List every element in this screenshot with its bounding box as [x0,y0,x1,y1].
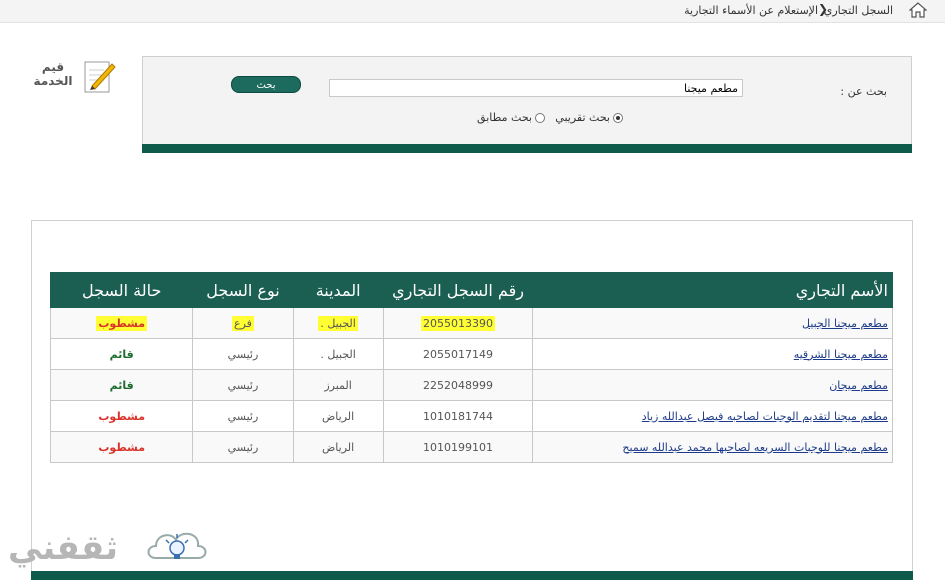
table-header-row: الأسم التجاري رقم السجل التجاري المدينة … [49,272,893,308]
radio-approximate-icon[interactable] [613,112,623,123]
register-type: رئيسي [227,378,259,392]
radio-exact-search[interactable]: بحث مطابق [477,111,545,124]
register-type: رئيسي [227,347,259,361]
watermark-text: ثقفني [8,528,118,568]
status-badge: قائم [109,378,134,392]
status-badge: مشطوب [98,440,146,454]
city: الرياض [322,440,355,454]
header-trade-name: الأسم التجاري [532,272,893,308]
trade-name-link[interactable]: مطعم ميجنا الجبيل [802,317,888,330]
lightbulb-icon [147,532,207,559]
search-panel-footer [142,144,912,153]
status-badge: قائم [109,347,134,361]
trade-name-link[interactable]: مطعم ميجنا الشرقيه [794,348,888,361]
header-register-number: رقم السجل التجاري [382,272,534,308]
search-label: بحث عن : [840,85,887,98]
register-number: 2055017149 [423,347,494,361]
watermark: ثقفني [8,522,208,578]
breadcrumb-item-trade-names-inquiry[interactable]: الإستعلام عن الأسماء التجارية [684,4,818,17]
breadcrumb-separator-icon: ❯ [817,2,828,16]
register-number: 2055013390 [421,315,496,331]
status-badge: مشطوب [96,315,148,331]
register-number: 1010181744 [423,409,494,423]
table-row: مطعم ميجنا الشرقيه 2055017149 الجبيل . ر… [49,338,893,370]
city: المبرز [324,378,352,392]
service-rating-label: قيم الخدمة [33,60,73,88]
header-city: المدينة [292,272,384,308]
service-rating[interactable]: قيم الخدمة [28,58,118,98]
status-badge: مشطوب [98,409,146,423]
home-icon[interactable] [909,2,927,18]
header-register-type: نوع السجل [192,272,294,308]
search-input[interactable] [329,79,743,97]
register-type: رئيسي [227,440,259,454]
breadcrumb: السجل التجاري ❯ الإستعلام عن الأسماء الت… [0,0,945,23]
radio-approximate-label: بحث تقريبي [555,111,610,124]
pencil-icon[interactable] [82,58,116,94]
trade-name-link[interactable]: مطعم ميجنا لتقديم الوجبات لصاحبه فيصل عب… [642,410,888,423]
header-register-status: حالة السجل [49,272,194,308]
table-row: مطعم ميجنا للوجبات السريعه لصاحبها محمد … [49,431,893,463]
radio-approximate-search[interactable]: بحث تقريبي [555,111,623,124]
radio-exact-icon[interactable] [535,112,545,123]
trade-name-link[interactable]: مطعم ميجان [829,379,888,392]
register-number: 2252048999 [423,378,494,392]
city: الجبيل . [320,347,356,361]
city: الرياض [322,409,355,423]
results-table: الأسم التجاري رقم السجل التجاري المدينة … [49,272,893,463]
table-row: مطعم ميجنا لتقديم الوجبات لصاحبه فيصل عب… [49,400,893,432]
search-panel: بحث عن : بحث بحث تقريبي بحث مطابق [142,56,912,152]
search-button[interactable]: بحث [231,76,301,93]
table-row: مطعم ميجنا الجبيل 2055013390 الجبيل . فر… [49,307,893,339]
city: الجبيل . [318,315,358,331]
register-number: 1010199101 [423,440,494,454]
table-row: مطعم ميجان 2252048999 المبرز رئيسي قائم [49,369,893,401]
register-type: فرع [232,315,254,331]
register-type: رئيسي [227,409,259,423]
breadcrumb-item-commercial-register[interactable]: السجل التجاري [824,4,893,17]
radio-exact-label: بحث مطابق [477,111,532,124]
trade-name-link[interactable]: مطعم ميجنا للوجبات السريعه لصاحبها محمد … [622,441,888,454]
